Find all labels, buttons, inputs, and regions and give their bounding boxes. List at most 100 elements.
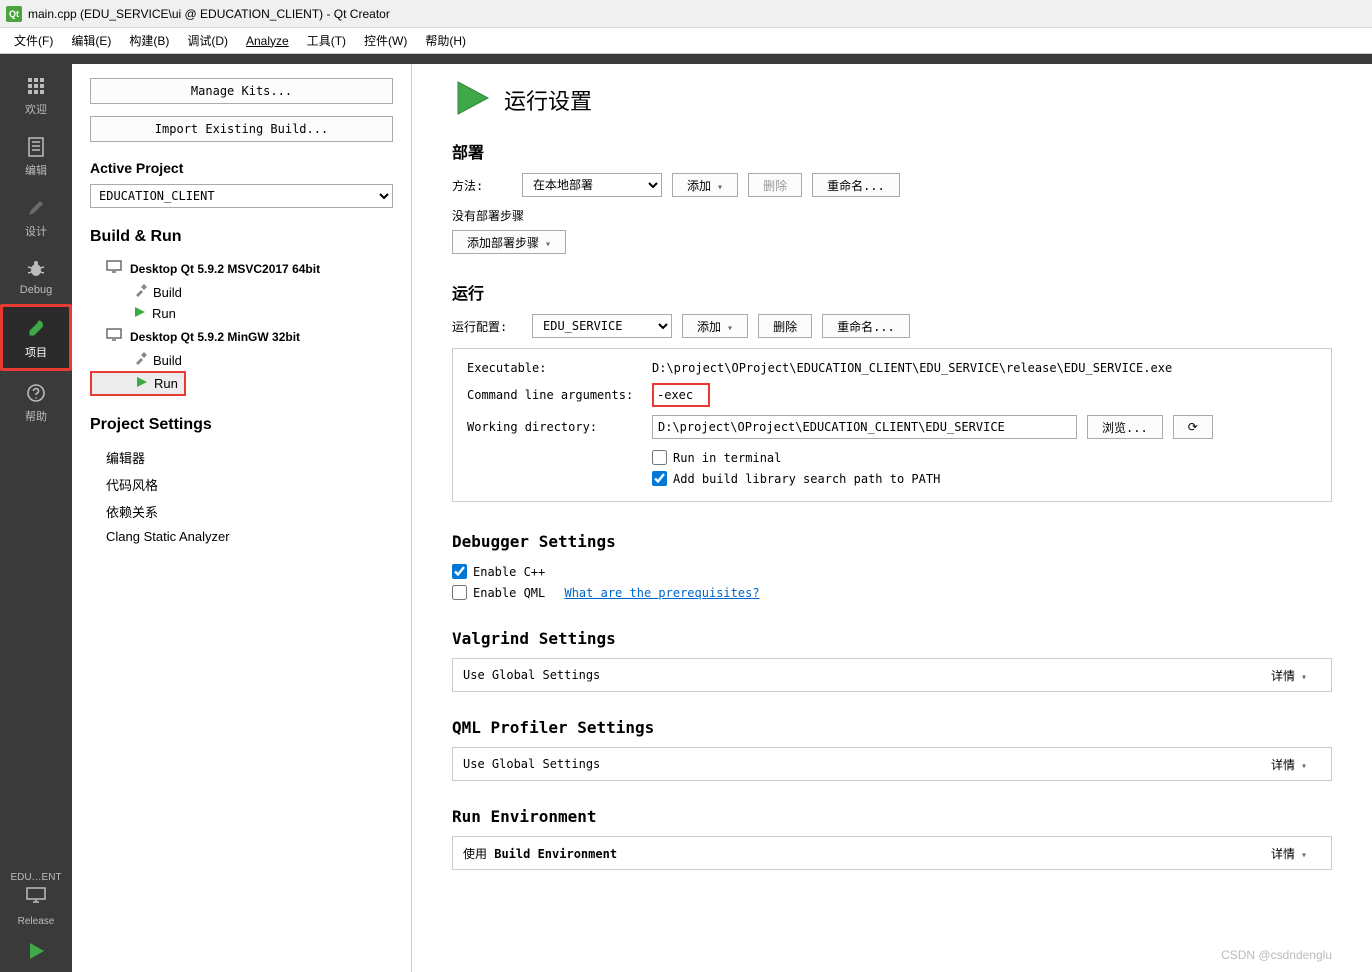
run-config-label: 运行配置: xyxy=(452,318,522,335)
menu-widgets[interactable]: 控件(W) xyxy=(356,29,415,52)
run-settings-page: 运行设置 部署 方法: 在本地部署 添加 删除 重命名... 没有部署步骤 添加… xyxy=(412,64,1372,972)
ps-editor[interactable]: 编辑器 xyxy=(90,444,393,471)
kit-mingw[interactable]: Desktop Qt 5.9.2 MinGW 32bit xyxy=(90,324,393,349)
project-settings-heading: Project Settings xyxy=(90,416,393,434)
enable-cpp-checkbox[interactable] xyxy=(452,564,467,579)
hammer-icon xyxy=(134,352,147,368)
kit-msvc-label: Desktop Qt 5.9.2 MSVC2017 64bit xyxy=(130,262,320,276)
bug-icon xyxy=(0,257,72,281)
menu-edit[interactable]: 编辑(E) xyxy=(63,29,119,52)
valgrind-details-button[interactable]: 详情 xyxy=(1257,663,1321,687)
menu-file[interactable]: 文件(F) xyxy=(6,29,61,52)
monitor-icon xyxy=(106,328,122,345)
mode-design[interactable]: 设计 xyxy=(0,186,72,247)
window-title: main.cpp (EDU_SERVICE\ui @ EDUCATION_CLI… xyxy=(28,7,390,21)
kit-mingw-build[interactable]: Build xyxy=(90,349,393,371)
mode-project[interactable]: 项目 xyxy=(0,304,72,371)
run-heading: 运行 xyxy=(452,280,1332,304)
pencil-icon xyxy=(0,196,72,220)
kit-msvc[interactable]: Desktop Qt 5.9.2 MSVC2017 64bit xyxy=(90,256,393,281)
menu-analyze[interactable]: Analyze xyxy=(238,31,297,51)
menu-help[interactable]: 帮助(H) xyxy=(417,29,474,52)
build-run-heading: Build & Run xyxy=(90,228,393,246)
window-titlebar: Qt main.cpp (EDU_SERVICE\ui @ EDUCATION_… xyxy=(0,0,1372,28)
delete-deploy-button[interactable]: 删除 xyxy=(748,173,802,197)
page-title: 运行设置 xyxy=(504,84,592,116)
qml-profiler-global-box: Use Global Settings 详情 xyxy=(452,747,1332,781)
hammer-icon xyxy=(134,284,147,300)
tool-strip xyxy=(0,54,1372,64)
workdir-input[interactable] xyxy=(652,415,1077,439)
mode-design-label: 设计 xyxy=(25,226,47,238)
run-in-terminal-checkbox[interactable] xyxy=(652,450,667,465)
enable-qml-checkbox[interactable] xyxy=(452,585,467,600)
active-project-select[interactable]: EDUCATION_CLIENT xyxy=(90,184,393,208)
mode-debug[interactable]: Debug xyxy=(0,247,72,304)
ps-clang-analyzer[interactable]: Clang Static Analyzer xyxy=(90,525,393,548)
menu-build[interactable]: 构建(B) xyxy=(121,29,177,52)
import-build-button[interactable]: Import Existing Build... xyxy=(90,116,393,142)
rename-deploy-button[interactable]: 重命名... xyxy=(812,173,900,197)
run-env-text: 使用 Build Environment xyxy=(463,845,617,862)
run-target-selector[interactable]: EDU…ENT Release xyxy=(0,866,72,933)
enable-cpp-label: Enable C++ xyxy=(473,565,545,579)
deploy-heading: 部署 xyxy=(452,139,1332,163)
ps-code-style[interactable]: 代码风格 xyxy=(90,471,393,498)
run-env-heading: Run Environment xyxy=(452,807,1332,826)
run-in-terminal-label: Run in terminal xyxy=(673,451,781,465)
browse-button[interactable]: 浏览... xyxy=(1087,415,1163,439)
mode-welcome[interactable]: 欢迎 xyxy=(0,64,72,125)
kit-mingw-label: Desktop Qt 5.9.2 MinGW 32bit xyxy=(130,330,300,344)
mode-project-label: 项目 xyxy=(25,347,47,359)
qml-profiler-global-text: Use Global Settings xyxy=(463,757,600,771)
workdir-label: Working directory: xyxy=(467,420,642,434)
executable-label: Executable: xyxy=(467,361,642,375)
add-run-config-button[interactable]: 添加 xyxy=(682,314,748,338)
enable-qml-label: Enable QML xyxy=(473,586,545,600)
args-input[interactable] xyxy=(652,383,710,407)
wrench-icon xyxy=(3,317,69,341)
mode-help[interactable]: 帮助 xyxy=(0,371,72,432)
mode-welcome-label: 欢迎 xyxy=(25,104,47,116)
add-deploy-step-button[interactable]: 添加部署步骤 xyxy=(452,230,566,254)
qml-prereq-link[interactable]: What are the prerequisites? xyxy=(564,586,759,600)
reset-workdir-button[interactable]: ⟳ xyxy=(1173,415,1213,439)
kit-mingw-run[interactable]: Run xyxy=(90,371,186,396)
valgrind-global-text: Use Global Settings xyxy=(463,668,600,682)
play-big-icon xyxy=(452,78,492,121)
grid-icon xyxy=(0,74,72,98)
active-project-heading: Active Project xyxy=(90,160,393,176)
executable-value: D:\project\OProject\EDUCATION_CLIENT\EDU… xyxy=(652,361,1317,375)
menu-tools[interactable]: 工具(T) xyxy=(299,29,354,52)
mode-debug-label: Debug xyxy=(20,284,52,296)
kit-msvc-run[interactable]: Run xyxy=(90,303,393,324)
mode-help-label: 帮助 xyxy=(25,411,47,423)
menu-debug[interactable]: 调试(D) xyxy=(179,29,236,52)
document-icon xyxy=(0,135,72,159)
mode-rail: 欢迎 编辑 设计 Debug 项目 帮助 EDU…ENT Release xyxy=(0,64,72,972)
valgrind-heading: Valgrind Settings xyxy=(452,629,1332,648)
run-config-select[interactable]: EDU_SERVICE xyxy=(532,314,672,338)
kit-msvc-build-label: Build xyxy=(153,285,182,300)
qml-profiler-details-button[interactable]: 详情 xyxy=(1257,752,1321,776)
delete-run-config-button[interactable]: 删除 xyxy=(758,314,812,338)
add-build-path-label: Add build library search path to PATH xyxy=(673,472,940,486)
play-icon xyxy=(134,306,146,321)
kit-mingw-build-label: Build xyxy=(153,353,182,368)
rename-run-config-button[interactable]: 重命名... xyxy=(822,314,910,338)
monitor-icon xyxy=(25,886,47,910)
manage-kits-button[interactable]: Manage Kits... xyxy=(90,78,393,104)
run-env-details-button[interactable]: 详情 xyxy=(1257,841,1321,865)
run-play-button[interactable] xyxy=(0,933,72,972)
deploy-method-select[interactable]: 在本地部署 xyxy=(522,173,662,197)
run-release-label: Release xyxy=(18,916,55,927)
add-deploy-button[interactable]: 添加 xyxy=(672,173,738,197)
reset-icon: ⟳ xyxy=(1188,420,1198,434)
add-build-path-checkbox[interactable] xyxy=(652,471,667,486)
mode-editor[interactable]: 编辑 xyxy=(0,125,72,186)
kit-msvc-build[interactable]: Build xyxy=(90,281,393,303)
ps-dependencies[interactable]: 依赖关系 xyxy=(90,498,393,525)
question-icon xyxy=(0,381,72,405)
run-config-group: Executable: D:\project\OProject\EDUCATIO… xyxy=(452,348,1332,502)
args-label: Command line arguments: xyxy=(467,388,642,402)
